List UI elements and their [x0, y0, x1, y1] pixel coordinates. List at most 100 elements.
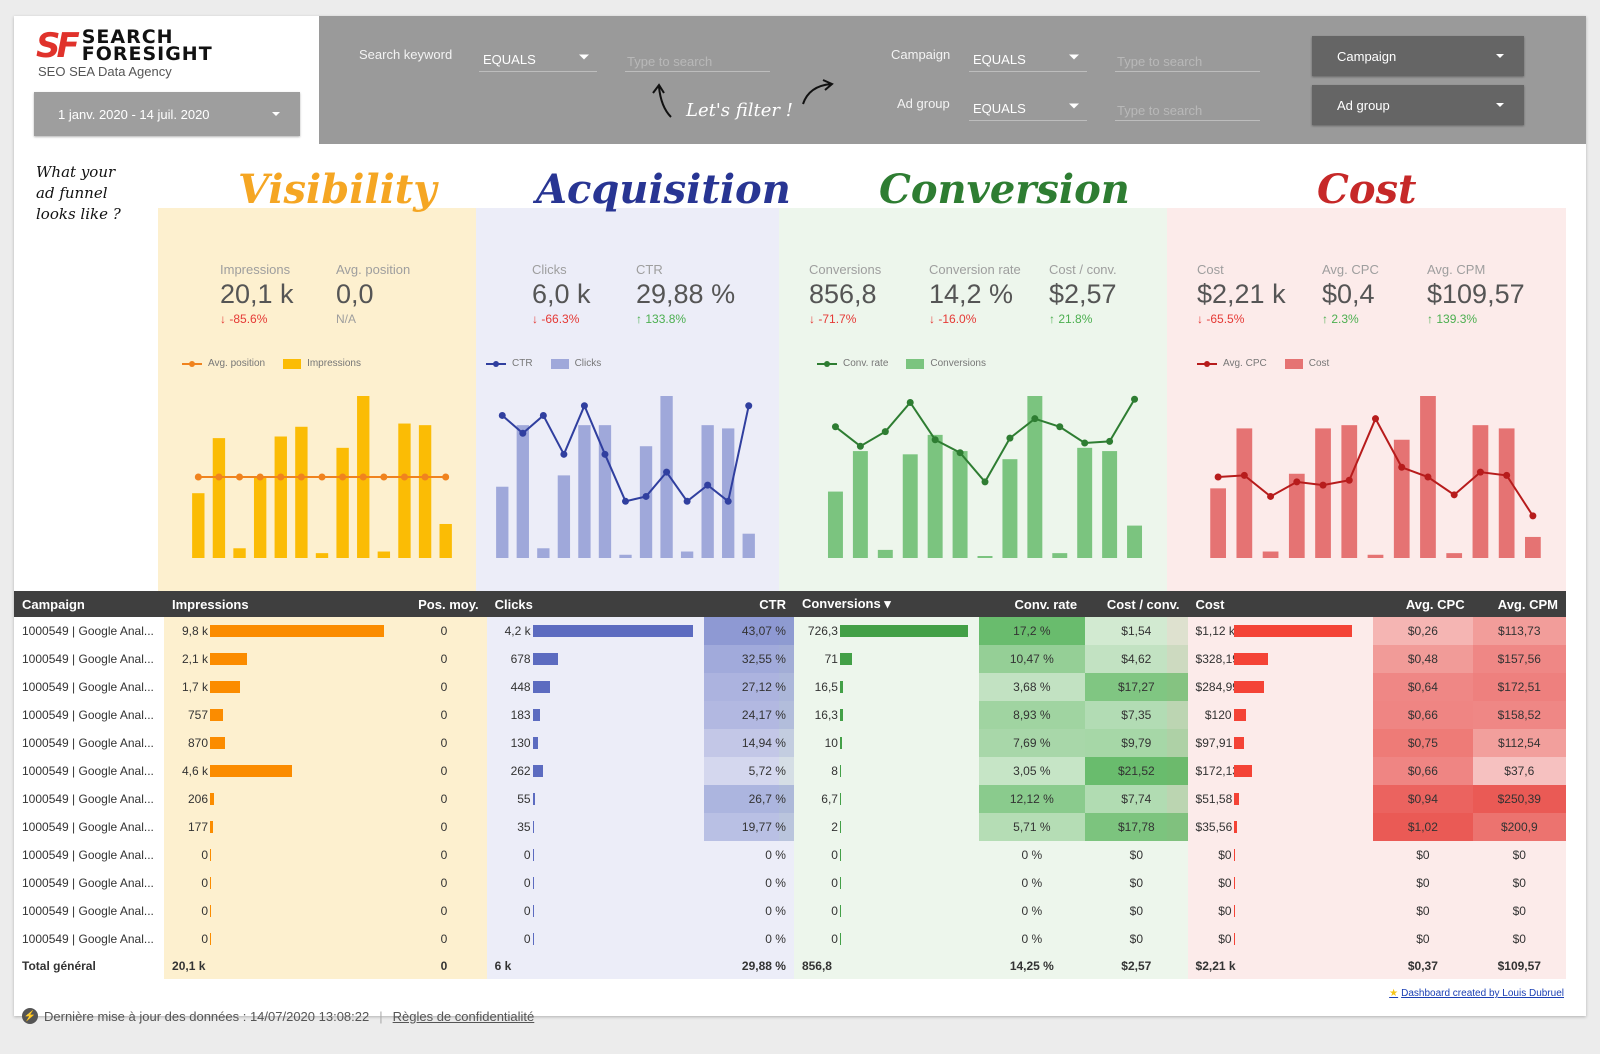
- privacy-link[interactable]: Règles de confidentialité: [393, 1009, 535, 1024]
- adgroup-filter-label: Ad group: [897, 96, 950, 111]
- impr-value: 206: [187, 792, 209, 806]
- table-row[interactable]: 1000549 | Google Anal... 0 0 0 0 % 0 0 %…: [14, 869, 1566, 897]
- table-row[interactable]: 1000549 | Google Anal... 4,6 k 0 262 5,7…: [14, 757, 1566, 785]
- chart-point: [1345, 476, 1353, 484]
- cost-bar: [1233, 877, 1235, 889]
- cost-per-conv-cell: $0: [1085, 841, 1188, 869]
- chart-bar: [516, 425, 529, 558]
- chart-bar: [1367, 554, 1384, 558]
- clicks-cell: 0: [486, 841, 704, 869]
- campaign-cell[interactable]: 1000549 | Google Anal...: [14, 617, 165, 645]
- chart-point: [1106, 437, 1114, 445]
- chart-point: [704, 481, 712, 489]
- column-header[interactable]: Cost / conv.: [1085, 591, 1188, 617]
- campaign-dropdown[interactable]: Campaign: [1312, 36, 1524, 76]
- keyword-operator-select[interactable]: EQUALS: [479, 42, 597, 72]
- campaign-cell[interactable]: 1000549 | Google Anal...: [14, 925, 165, 953]
- table-row[interactable]: 1000549 | Google Anal... 870 0 130 14,94…: [14, 729, 1566, 757]
- cost-value: $1,12 k: [1195, 624, 1235, 638]
- column-header[interactable]: Avg. CPM: [1472, 591, 1566, 617]
- chart-legend: CTR Clicks: [486, 358, 601, 369]
- column-header[interactable]: Conv. rate: [978, 591, 1086, 617]
- chart-bar: [377, 551, 391, 558]
- table-row[interactable]: 1000549 | Google Anal... 0 0 0 0 % 0 0 %…: [14, 841, 1566, 869]
- clicks-value: 0: [523, 876, 531, 890]
- conv-bar: [839, 821, 841, 833]
- kpi-value: 20,1 k: [220, 279, 294, 309]
- table-row[interactable]: 1000549 | Google Anal... 2,1 k 0 678 32,…: [14, 645, 1566, 673]
- conv-cell: 0: [793, 869, 979, 897]
- date-range-picker[interactable]: 1 janv. 2020 - 14 juil. 2020: [34, 92, 300, 136]
- column-header[interactable]: Impressions: [164, 591, 402, 617]
- avg-cpm-cell: $0: [1472, 897, 1566, 925]
- date-range-label: 1 janv. 2020 - 14 juil. 2020: [58, 106, 210, 122]
- column-header[interactable]: Avg. CPC: [1373, 591, 1473, 617]
- impr-bar: [210, 933, 212, 945]
- campaign-operator-select[interactable]: EQUALS: [969, 42, 1087, 72]
- column-header[interactable]: Conversions ▾: [793, 591, 979, 617]
- chart-point: [1056, 423, 1064, 431]
- column-header[interactable]: Pos. moy.: [401, 591, 487, 617]
- campaign-search-input[interactable]: [1115, 42, 1260, 72]
- chart-bar: [1002, 459, 1018, 558]
- kpi-scorecard: Conversions 856,8 ↓ -71.7%: [809, 262, 881, 326]
- table-row[interactable]: 1000549 | Google Anal... 0 0 0 0 % 0 0 %…: [14, 897, 1566, 925]
- column-header[interactable]: CTR: [703, 591, 794, 617]
- impr-cell: 0: [164, 869, 402, 897]
- legend-bar-label: Impressions: [307, 358, 361, 369]
- impr-cell: 0: [164, 897, 402, 925]
- impr-bar: [210, 821, 214, 833]
- adgroup-operator-select[interactable]: EQUALS: [969, 91, 1087, 121]
- table-row[interactable]: 1000549 | Google Anal... 9,8 k 0 4,2 k 4…: [14, 617, 1566, 645]
- adgroup-dropdown[interactable]: Ad group: [1312, 85, 1524, 125]
- section-title-acquisition: Acquisition: [536, 166, 791, 213]
- avg-cpm-cell: $112,54: [1472, 729, 1566, 757]
- campaign-cell[interactable]: 1000549 | Google Anal...: [14, 757, 165, 785]
- dashboard-credit-link[interactable]: ★ Dashboard created by Louis Dubruel: [1389, 988, 1564, 999]
- legend-line-label: Avg. position: [208, 358, 266, 369]
- filter-bar: Search keyword EQUALS Campaign EQUALS Ad…: [319, 16, 1586, 144]
- keyword-search-input[interactable]: [625, 42, 770, 72]
- clicks-value: 0: [523, 932, 531, 946]
- campaign-cell[interactable]: 1000549 | Google Anal...: [14, 673, 165, 701]
- campaign-cell[interactable]: 1000549 | Google Anal...: [14, 785, 165, 813]
- chart-point: [642, 492, 650, 500]
- chart-point: [236, 473, 244, 481]
- chart-visibility: [192, 396, 452, 558]
- cost-value: $328,19: [1195, 652, 1239, 666]
- campaign-cell[interactable]: 1000549 | Google Anal...: [14, 813, 165, 841]
- table-row[interactable]: 1000549 | Google Anal... 206 0 55 26,7 %…: [14, 785, 1566, 813]
- position-cell: 0: [401, 673, 487, 701]
- dashboard-page: SF SEARCH FORESIGHT SEO SEA Data Agency …: [14, 16, 1586, 1016]
- table-row[interactable]: 1000549 | Google Anal... 177 0 35 19,77 …: [14, 813, 1566, 841]
- column-header[interactable]: Clicks: [486, 591, 704, 617]
- clicks-value: 262: [510, 764, 531, 778]
- campaign-cell[interactable]: 1000549 | Google Anal...: [14, 645, 165, 673]
- clicks-cell: 0: [486, 897, 704, 925]
- column-header[interactable]: Campaign: [14, 591, 165, 617]
- table-row[interactable]: 1000549 | Google Anal... 0 0 0 0 % 0 0 %…: [14, 925, 1566, 953]
- kpi-value: $2,57: [1049, 279, 1117, 309]
- impr-cell: 757: [164, 701, 402, 729]
- adgroup-search-input[interactable]: [1115, 91, 1260, 121]
- section-title-cost: Cost: [1317, 166, 1417, 213]
- campaign-cell[interactable]: 1000549 | Google Anal...: [14, 729, 165, 757]
- chart-point: [359, 473, 367, 481]
- campaign-cell[interactable]: 1000549 | Google Anal...: [14, 841, 165, 869]
- campaign-cell[interactable]: 1000549 | Google Anal...: [14, 869, 165, 897]
- kpi-label: Cost / conv.: [1049, 262, 1117, 277]
- position-cell: 0: [401, 813, 487, 841]
- table-row[interactable]: 1000549 | Google Anal... 757 0 183 24,17…: [14, 701, 1566, 729]
- chart-point: [856, 442, 864, 450]
- cost-cell: $284,99: [1187, 673, 1374, 701]
- clicks-bar: [532, 877, 534, 889]
- kpi-scorecard: Avg. CPC $0,4 ↑ 2.3%: [1322, 262, 1379, 326]
- campaign-cell[interactable]: 1000549 | Google Anal...: [14, 701, 165, 729]
- campaign-cell[interactable]: 1000549 | Google Anal...: [14, 897, 165, 925]
- chart-point: [1503, 471, 1511, 479]
- conv-rate-cell: 0 %: [978, 897, 1086, 925]
- arrow-up-icon: ↑: [1049, 312, 1059, 326]
- column-header[interactable]: Cost: [1187, 591, 1374, 617]
- chevron-down-icon: [272, 112, 280, 116]
- table-row[interactable]: 1000549 | Google Anal... 1,7 k 0 448 27,…: [14, 673, 1566, 701]
